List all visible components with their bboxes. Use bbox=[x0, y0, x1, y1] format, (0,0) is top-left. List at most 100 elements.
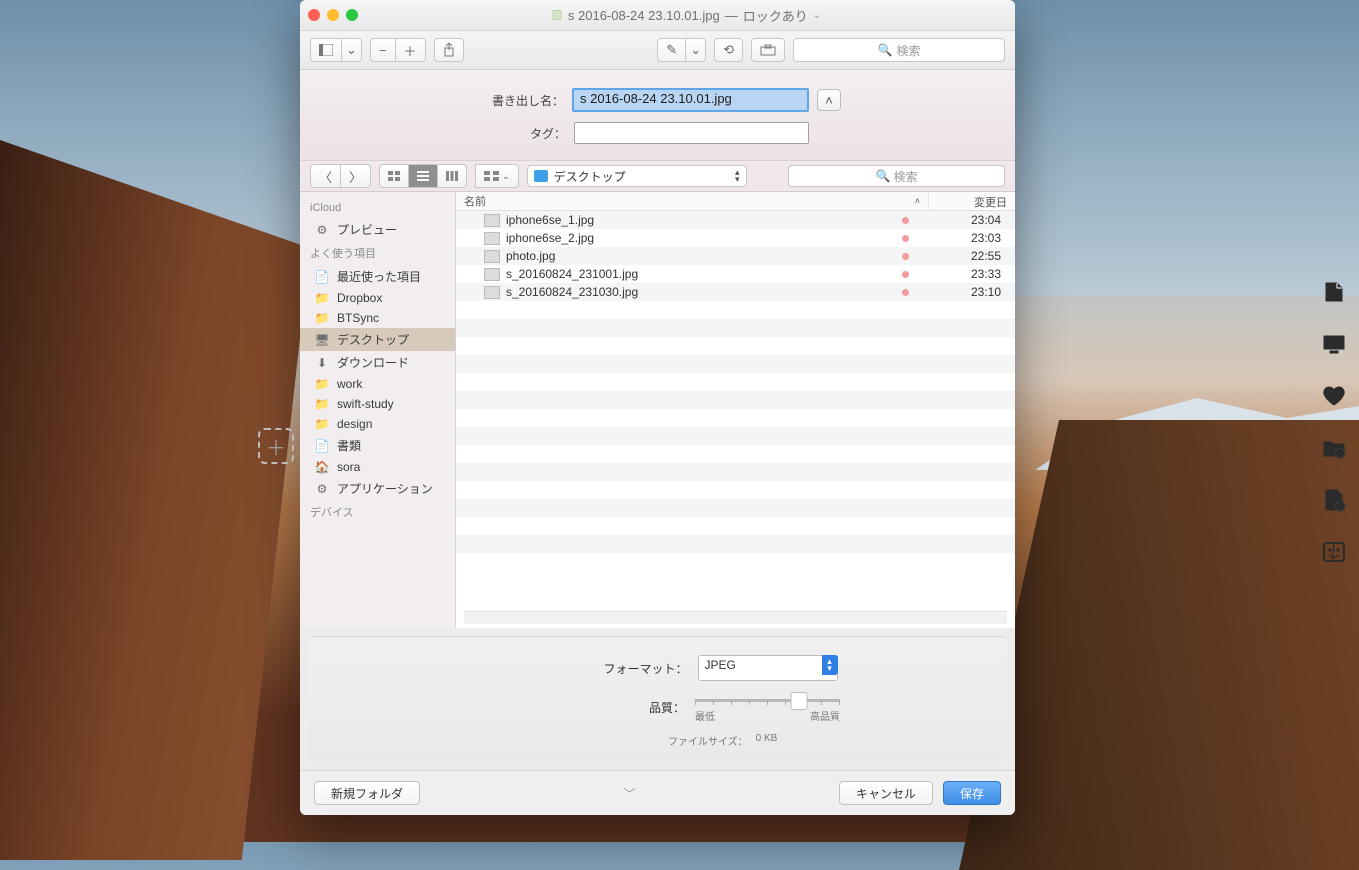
file-jpeg-icon bbox=[551, 9, 563, 21]
sidebar-item[interactable]: 📁Dropbox bbox=[300, 288, 455, 308]
sidebar-dropdown-button[interactable]: ⌄ bbox=[341, 38, 362, 62]
quality-slider[interactable] bbox=[695, 691, 840, 700]
add-drop-badge[interactable]: ＋ bbox=[258, 428, 294, 464]
download-icon: ⬇ bbox=[314, 356, 330, 370]
file-row[interactable]: iphone6se_2.jpg23:03 bbox=[456, 229, 1015, 247]
sidebar-section-devices: デバイス bbox=[300, 500, 455, 524]
tag-dot-icon bbox=[902, 217, 909, 224]
tag-dot-icon bbox=[902, 235, 909, 242]
file-row[interactable]: iphone6se_1.jpg23:04 bbox=[456, 211, 1015, 229]
tag-dot-icon bbox=[902, 271, 909, 278]
search-icon: 🔍 bbox=[878, 43, 893, 57]
doc-icon: 📄 bbox=[314, 439, 330, 453]
sidebar-item[interactable]: 📁work bbox=[300, 374, 455, 394]
format-popup[interactable]: JPEG ▴▾ bbox=[698, 655, 838, 681]
save-button[interactable]: 保存 bbox=[943, 781, 1001, 805]
export-name-field[interactable] bbox=[572, 88, 809, 112]
window-title: s 2016-08-24 23.10.01.jpg — ロックあり ⌄ bbox=[365, 6, 1007, 25]
tags-row: タグ： bbox=[300, 118, 1015, 160]
view-icons-button[interactable] bbox=[379, 164, 408, 188]
window-titlebar[interactable]: s 2016-08-24 23.10.01.jpg — ロックあり ⌄ bbox=[300, 0, 1015, 31]
sidebar-item[interactable]: ⬇ダウンロード bbox=[300, 351, 455, 374]
file-thumb-icon bbox=[484, 232, 500, 245]
sidebar-item[interactable]: 📁BTSync bbox=[300, 308, 455, 328]
zoom-out-button[interactable]: − bbox=[370, 38, 395, 62]
file-row[interactable]: s_20160824_231030.jpg23:10 bbox=[456, 283, 1015, 301]
browser-search-field[interactable]: 🔍 検索 bbox=[788, 165, 1005, 187]
file-thumb-icon bbox=[484, 286, 500, 299]
group-by-button[interactable]: ⌄ bbox=[475, 164, 519, 188]
location-popup[interactable]: デスクトップ ▴▾ bbox=[527, 165, 747, 187]
file-thumb-icon bbox=[484, 268, 500, 281]
cancel-button[interactable]: キャンセル bbox=[839, 781, 933, 805]
folder-icon: 📁 bbox=[314, 397, 330, 411]
tag-dot-icon bbox=[902, 289, 909, 296]
sidebar-item[interactable]: 📁design bbox=[300, 414, 455, 434]
home-icon: 🏠 bbox=[314, 460, 330, 474]
sidebar-item[interactable]: 🖥デスクトップ bbox=[300, 328, 455, 351]
collapse-sheet-button[interactable]: ˄ bbox=[817, 89, 841, 111]
folder-icon: 📁 bbox=[314, 417, 330, 431]
desktop-icon: 🖥 bbox=[314, 333, 330, 347]
horizontal-scrollbar[interactable] bbox=[464, 611, 1007, 624]
folder-clock-icon[interactable] bbox=[1322, 436, 1346, 460]
sidebar-toggle-button[interactable] bbox=[310, 38, 341, 62]
filesize-value: 0 KB bbox=[756, 733, 778, 748]
nav-back-button[interactable]: 〈 bbox=[310, 164, 340, 188]
zoom-in-button[interactable]: ＋ bbox=[395, 38, 426, 62]
quality-high-label: 高品質 bbox=[810, 708, 840, 723]
finder-icon[interactable] bbox=[1322, 540, 1346, 564]
file-row[interactable]: s_20160824_231001.jpg23:33 bbox=[456, 265, 1015, 283]
file-row[interactable]: photo.jpg22:55 bbox=[456, 247, 1015, 265]
utility-sidebar bbox=[1309, 280, 1359, 564]
preview-window: s 2016-08-24 23.10.01.jpg — ロックあり ⌄ ⌄ − … bbox=[300, 0, 1015, 815]
sidebar-item[interactable]: 📄書類 bbox=[300, 434, 455, 457]
doc-clock-icon[interactable] bbox=[1322, 488, 1346, 512]
folder-icon: 📁 bbox=[314, 377, 330, 391]
browser-toolbar: 〈 〉 ⌄ デスクトップ ▴▾ 🔍 検索 bbox=[300, 160, 1015, 192]
sidebar-section-icloud: iCloud bbox=[300, 198, 455, 218]
search-icon: 🔍 bbox=[876, 169, 891, 183]
quality-label: 品質： bbox=[475, 699, 685, 716]
toolbar-search-field[interactable]: 🔍 検索 bbox=[793, 38, 1005, 62]
view-columns-button[interactable] bbox=[437, 164, 467, 188]
col-header-modified[interactable]: 変更日 bbox=[928, 192, 1015, 210]
slider-knob[interactable] bbox=[791, 692, 808, 710]
app-icon: ⚙ bbox=[314, 482, 330, 496]
markup-dropdown-button[interactable]: ⌄ bbox=[685, 38, 706, 62]
close-traffic-light[interactable] bbox=[308, 9, 320, 21]
rotate-button[interactable]: ⟲ bbox=[714, 38, 743, 62]
sidebar-item[interactable]: 🏠sora bbox=[300, 457, 455, 477]
file-list: 名前˄ 変更日 iphone6se_1.jpg23:04iphone6se_2.… bbox=[456, 192, 1015, 628]
toolbox-button[interactable] bbox=[751, 38, 785, 62]
minimize-traffic-light[interactable] bbox=[327, 9, 339, 21]
heart-icon[interactable] bbox=[1322, 384, 1346, 408]
sidebar-item[interactable]: 📁swift-study bbox=[300, 394, 455, 414]
sidebar-item[interactable]: 📄最近使った項目 bbox=[300, 265, 455, 288]
view-list-button[interactable] bbox=[408, 164, 437, 188]
tags-field[interactable] bbox=[574, 122, 809, 144]
sidebar-item[interactable]: ⚙プレビュー bbox=[300, 218, 455, 241]
col-header-name[interactable]: 名前˄ bbox=[456, 192, 928, 210]
export-name-label: 書き出し名： bbox=[474, 92, 564, 109]
tags-label: タグ： bbox=[476, 125, 566, 142]
file-thumb-icon bbox=[484, 214, 500, 227]
file-thumb-icon bbox=[484, 250, 500, 263]
sidebar-item[interactable]: ⚙アプリケーション bbox=[300, 477, 455, 500]
chevron-down-icon[interactable]: ⌄ bbox=[813, 10, 821, 21]
markup-pen-button[interactable]: ✎ bbox=[657, 38, 685, 62]
folder-icon: 📁 bbox=[314, 311, 330, 325]
share-button[interactable] bbox=[434, 38, 464, 62]
folder-icon: 📁 bbox=[314, 291, 330, 305]
nav-forward-button[interactable]: 〉 bbox=[340, 164, 371, 188]
zoom-traffic-light[interactable] bbox=[346, 9, 358, 21]
sheet-footer: 新規フォルダ ﹀ キャンセル 保存 bbox=[300, 770, 1015, 815]
document-icon[interactable] bbox=[1322, 280, 1346, 304]
display-icon[interactable] bbox=[1322, 332, 1346, 356]
new-folder-button[interactable]: 新規フォルダ bbox=[314, 781, 420, 805]
sidebar-section-favorites: よく使う項目 bbox=[300, 241, 455, 265]
collapse-chevron-icon[interactable]: ﹀ bbox=[430, 785, 829, 802]
sidebar[interactable]: iCloud ⚙プレビュー よく使う項目 📄最近使った項目📁Dropbox📁BT… bbox=[300, 192, 456, 628]
filesize-label: ファイルサイズ： bbox=[538, 733, 748, 748]
folder-icon bbox=[534, 170, 548, 182]
